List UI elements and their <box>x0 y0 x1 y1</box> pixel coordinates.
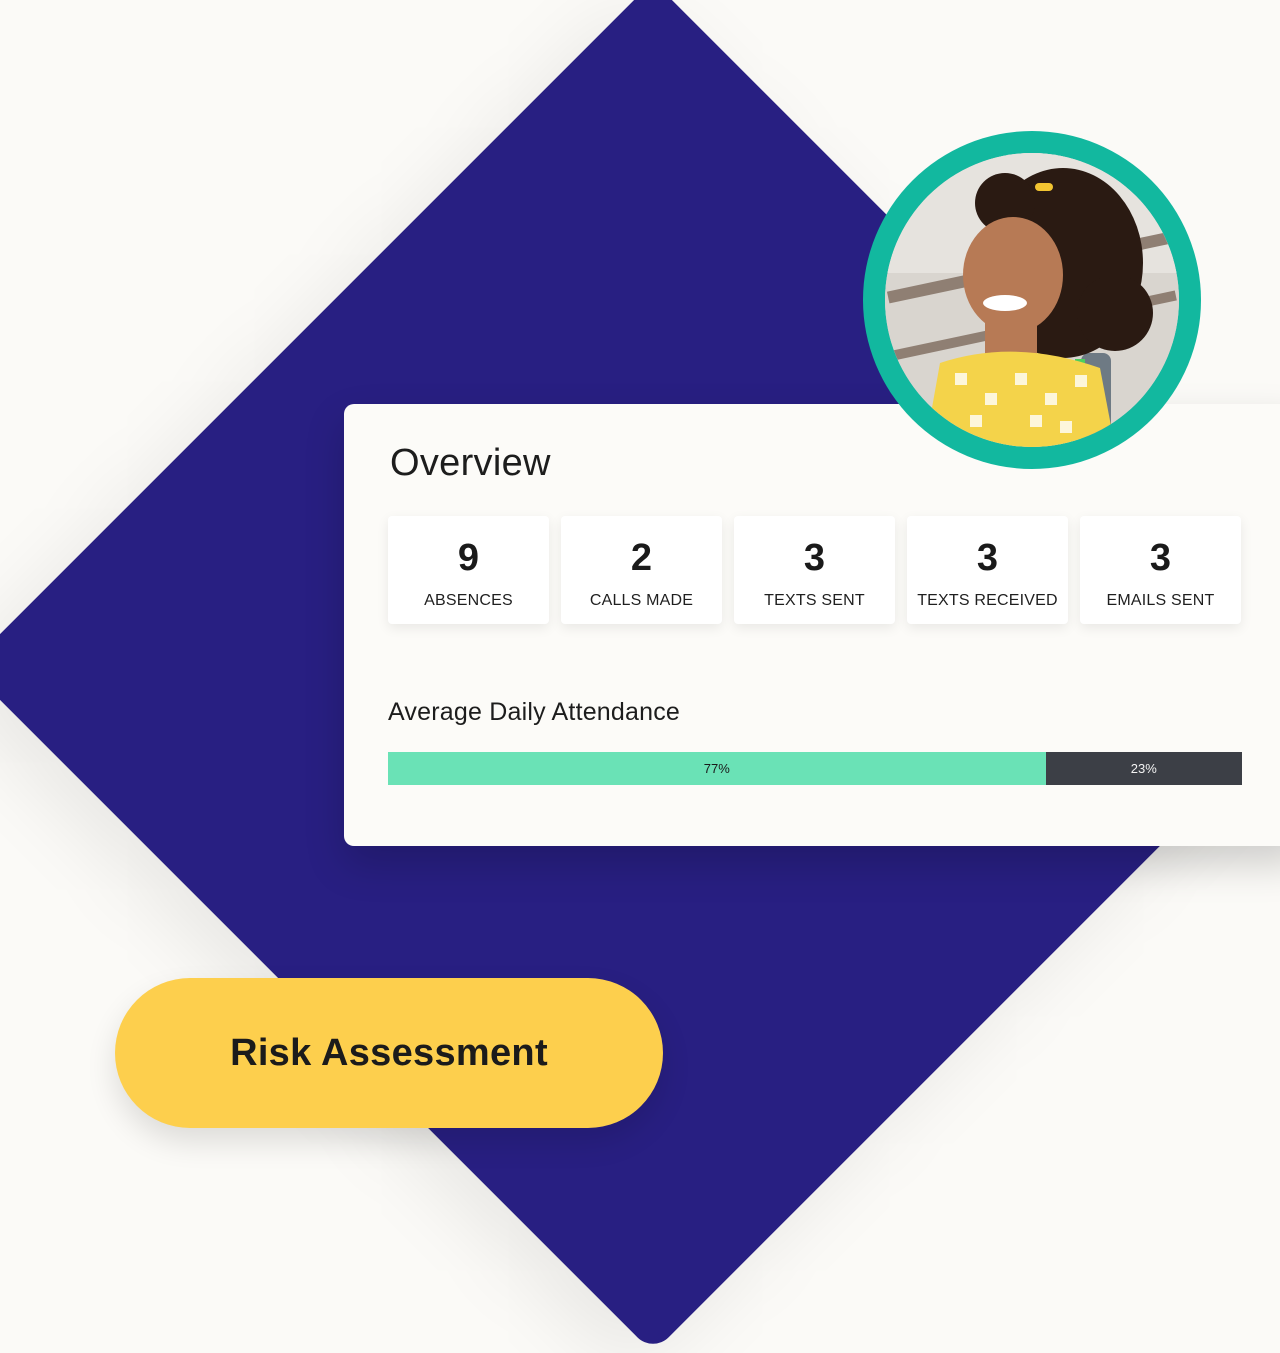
stat-calls-made: 2 CALLS MADE <box>561 516 722 624</box>
stat-label: ABSENCES <box>424 592 513 609</box>
stat-value: 3 <box>803 537 826 579</box>
student-photo <box>885 153 1179 447</box>
overview-card: Overview 9 ABSENCES 2 CALLS MADE 3 TEXTS… <box>344 404 1280 846</box>
attendance-present-segment: 77% <box>388 752 1046 785</box>
student-avatar-ring <box>863 131 1201 469</box>
risk-assessment-button[interactable]: Risk Assessment <box>115 978 663 1128</box>
student-avatar <box>885 153 1179 447</box>
stat-label: TEXTS RECEIVED <box>917 592 1058 609</box>
stat-label: TEXTS SENT <box>764 592 865 609</box>
stats-row: 9 ABSENCES 2 CALLS MADE 3 TEXTS SENT 3 T… <box>388 516 1241 624</box>
attendance-title: Average Daily Attendance <box>388 698 681 726</box>
stat-value: 2 <box>630 537 653 579</box>
overview-title: Overview <box>390 442 551 484</box>
stat-texts-received: 3 TEXTS RECEIVED <box>907 516 1068 624</box>
stat-emails-sent: 3 EMAILS SENT <box>1080 516 1241 624</box>
attendance-absent-segment: 23% <box>1045 752 1242 785</box>
attendance-bar: 77% 23% <box>388 752 1242 785</box>
stat-label: CALLS MADE <box>589 592 694 609</box>
stat-absences: 9 ABSENCES <box>388 516 549 624</box>
stat-value: 9 <box>457 537 480 579</box>
stat-label: EMAILS SENT <box>1106 592 1215 609</box>
stat-value: 3 <box>1149 537 1172 579</box>
stat-texts-sent: 3 TEXTS SENT <box>734 516 895 624</box>
stat-value: 3 <box>976 537 999 579</box>
